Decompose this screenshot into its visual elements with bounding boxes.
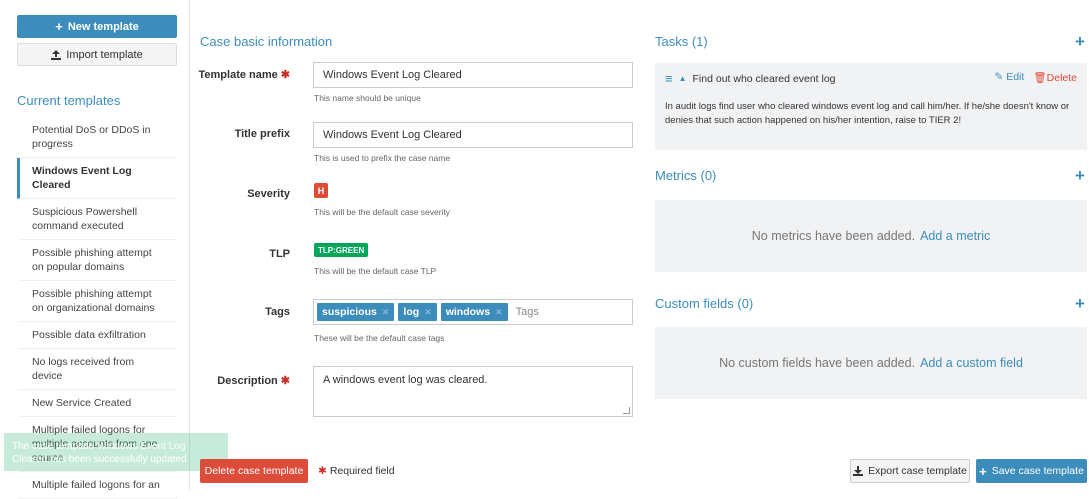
metrics-empty-text: No metrics have been added. [751, 229, 916, 243]
template-name-help: This name should be unique [314, 93, 421, 103]
tag-chip: log ✕ [398, 303, 437, 321]
template-list-item[interactable]: No logs received from device [17, 349, 177, 390]
tags-label: Tags [265, 306, 290, 318]
plus-icon: + [979, 463, 987, 479]
add-custom-field-link[interactable]: Add a custom field [920, 356, 1023, 370]
add-custom-field-plus-icon[interactable]: + [1075, 295, 1085, 312]
custom-fields-empty-text: No custom fields have been added. [719, 356, 916, 370]
collapse-caret-icon[interactable]: ▲ [679, 74, 687, 83]
required-field-text: Required field [329, 465, 395, 477]
required-asterisk-icon: ✱ [280, 375, 290, 387]
tag-chip: suspicious ✕ [317, 303, 395, 321]
task-delete-link[interactable]: 🗑Delete [1033, 71, 1077, 84]
template-list-item[interactable]: Windows Event Log Cleared [17, 158, 177, 199]
template-list-item[interactable]: Possible phishing attempt on organizatio… [17, 281, 177, 322]
tags-help: These will be the default case tags [314, 333, 445, 343]
template-list-item[interactable]: Possible phishing attempt on popular dom… [17, 240, 177, 281]
delete-label: Delete [1046, 72, 1077, 84]
import-template-label: Import template [66, 48, 143, 61]
template-list-item[interactable]: Potential DoS or DDoS in progress [17, 117, 177, 158]
tasks-title: Tasks (1) [655, 34, 708, 49]
description-text: A windows event log was cleared. [323, 374, 488, 386]
new-template-button[interactable]: + New template [17, 15, 177, 38]
upload-icon [51, 49, 62, 60]
export-label: Export case template [868, 465, 967, 477]
metrics-empty-panel: No metrics have been added. Add a metric [655, 200, 1087, 272]
plus-icon: + [55, 19, 63, 34]
title-prefix-input[interactable]: Windows Event Log Cleared [313, 122, 633, 148]
tags-input[interactable]: suspicious ✕ log ✕ windows ✕ Tags [313, 299, 633, 325]
required-asterisk-icon: ✱ [280, 69, 290, 81]
add-task-plus-icon[interactable]: + [1075, 33, 1085, 50]
add-metric-link[interactable]: Add a metric [920, 229, 990, 243]
import-template-button[interactable]: Import template [17, 43, 177, 66]
tag-label: suspicious [322, 306, 377, 318]
download-icon [853, 466, 864, 476]
severity-badge[interactable]: H [314, 183, 328, 198]
custom-fields-title: Custom fields (0) [655, 296, 754, 311]
resize-handle-icon[interactable] [623, 407, 630, 414]
add-metric-plus-icon[interactable]: + [1075, 167, 1085, 184]
description-textarea[interactable]: A windows event log was cleared. [313, 366, 633, 417]
delete-case-template-button[interactable]: Delete case template [200, 459, 308, 483]
task-description: In audit logs find user who cleared wind… [665, 101, 1070, 126]
severity-label: Severity [247, 188, 290, 200]
template-list-item[interactable]: Multiple failed logons for an [17, 472, 177, 499]
task-edit-link[interactable]: ✎ Edit [994, 71, 1024, 84]
tags-placeholder[interactable]: Tags [516, 306, 539, 318]
task-item: ≡ ▲ Find out who cleared event log ✎ Edi… [655, 63, 1087, 150]
remove-tag-icon[interactable]: ✕ [424, 307, 432, 318]
tag-label: log [403, 306, 420, 318]
save-case-template-button[interactable]: + Save case template [976, 459, 1087, 483]
edit-label: Edit [1006, 71, 1025, 83]
new-template-label: New template [67, 20, 139, 33]
description-label: Description ✱ [190, 374, 290, 387]
template-list-item[interactable]: Suspicious Powershell command executed [17, 199, 177, 240]
tlp-help: This will be the default case TLP [314, 266, 437, 276]
tlp-label: TLP [269, 248, 290, 260]
template-list-item[interactable]: Possible data exfiltration [17, 322, 177, 349]
export-case-template-button[interactable]: Export case template [850, 459, 970, 483]
severity-help: This will be the default case severity [314, 207, 451, 217]
description-label-text: Description [217, 375, 278, 387]
required-asterisk-icon: ✱ [318, 465, 327, 477]
remove-tag-icon[interactable]: ✕ [495, 307, 503, 318]
success-toast: The case template Windows Event Log Clea… [4, 433, 228, 471]
task-header: ≡ ▲ Find out who cleared event log [665, 71, 836, 86]
template-list-item[interactable]: New Service Created [17, 390, 177, 417]
drag-handle-icon[interactable]: ≡ [665, 71, 673, 86]
required-field-note: ✱ Required field [318, 465, 395, 477]
current-templates-title: Current templates [17, 93, 121, 108]
remove-tag-icon[interactable]: ✕ [382, 307, 390, 318]
custom-fields-empty-panel: No custom fields have been added. Add a … [655, 327, 1087, 399]
title-prefix-label: Title prefix [234, 128, 290, 140]
case-basic-info-title: Case basic information [200, 34, 333, 49]
task-actions: ✎ Edit 🗑Delete [994, 71, 1077, 84]
metrics-title: Metrics (0) [655, 168, 717, 183]
templates-sidebar: + New template Import template Current t… [0, 0, 190, 499]
trash-icon: 🗑 [1033, 72, 1047, 84]
tlp-badge[interactable]: TLP:GREEN [314, 243, 369, 257]
title-prefix-help: This is used to prefix the case name [314, 153, 451, 163]
template-name-input[interactable]: Windows Event Log Cleared [313, 62, 633, 88]
pencil-icon: ✎ [994, 71, 1004, 83]
tag-label: windows [445, 306, 491, 318]
template-name-label: Template name ✱ [190, 68, 291, 81]
task-title: Find out who cleared event log [692, 72, 836, 85]
save-label: Save case template [991, 465, 1084, 477]
template-name-label-text: Template name [198, 69, 278, 81]
tag-chip: windows ✕ [440, 303, 508, 321]
